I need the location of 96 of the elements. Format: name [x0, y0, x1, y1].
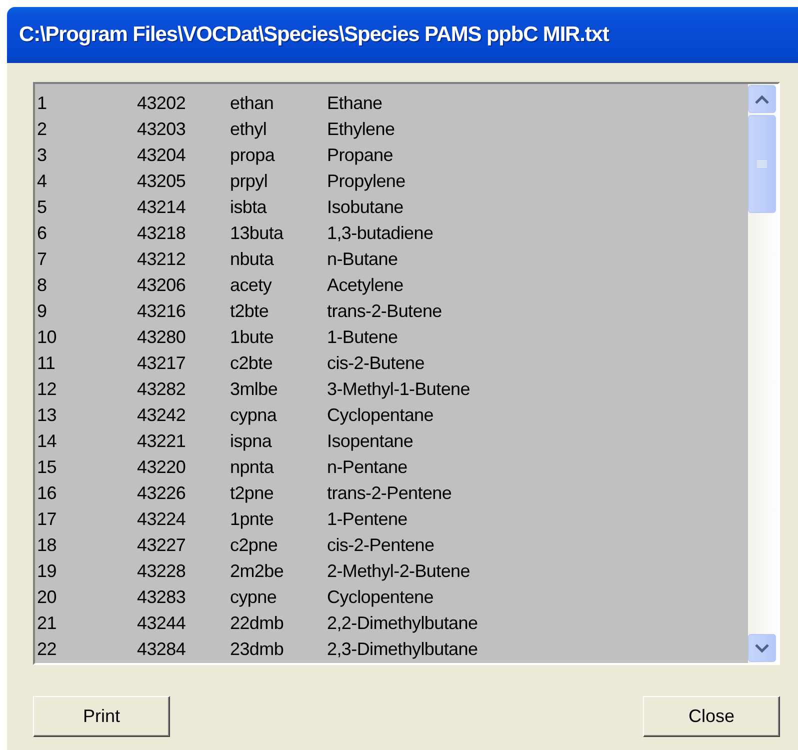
listing-text: 43218: [137, 222, 187, 244]
close-button[interactable]: Close: [643, 696, 780, 737]
listing-text: 22dmb: [230, 612, 285, 634]
listing-text: cypna: [230, 404, 278, 426]
listing-text: 4: [37, 170, 48, 192]
listing-text: 43206: [137, 274, 187, 296]
listing-text: 1pnte: [230, 508, 275, 530]
listing-text: 2: [37, 118, 48, 140]
listing-text: isbta: [230, 196, 268, 218]
listing-text: 43283: [137, 586, 187, 608]
listing-text: 43214: [137, 196, 187, 218]
listing-text: 43220: [137, 456, 187, 478]
listing-text: ispna: [230, 430, 273, 452]
listing-text: 43202: [137, 92, 187, 114]
listing-text: 21: [37, 612, 58, 634]
listing-text: Cyclopentane: [327, 404, 434, 426]
listing-text: npnta: [230, 456, 275, 478]
listing-text: 43203: [137, 118, 187, 140]
listing-text: nbuta: [230, 248, 275, 270]
listing-text: cis-2-Butene: [327, 352, 426, 374]
listing-text: 3mlbe: [230, 378, 279, 400]
listing-text: 43226: [137, 482, 187, 504]
listing-text: 43244: [137, 612, 187, 634]
listing-text: 18: [37, 534, 58, 556]
listing-text: 6: [37, 222, 48, 244]
listing-text: 1: [37, 92, 48, 114]
listing-text: 1bute: [230, 326, 275, 348]
listing-text: Cyclopentene: [327, 586, 434, 608]
listing-text: 13buta: [230, 222, 284, 244]
listing-text: 1-Butene: [327, 326, 399, 348]
listing-text: 1,3-butadiene: [327, 222, 434, 244]
text-area[interactable]: [33, 82, 780, 665]
listing-text: 20: [37, 586, 58, 608]
listing-text: Isopentane: [327, 430, 414, 452]
listing-text: trans-2-Pentene: [327, 482, 453, 504]
listing-text: 2,2-Dimethylbutane: [327, 612, 479, 634]
listing-text: 43282: [137, 378, 187, 400]
listing-text: cis-2-Pentene: [327, 534, 436, 556]
listing-text: t2pne: [230, 482, 275, 504]
listing-text: 43224: [137, 508, 187, 530]
listing-text: propa: [230, 144, 276, 166]
listing-text: 43284: [137, 638, 187, 660]
listing-text: 43204: [137, 144, 187, 166]
listing-text: Isobutane: [327, 196, 404, 218]
listing-text: prpyl: [230, 170, 269, 192]
listing-text: Ethylene: [327, 118, 396, 140]
listing-text: Propylene: [327, 170, 406, 192]
listing-text: 43227: [137, 534, 187, 556]
listing-text: trans-2-Butene: [327, 300, 443, 322]
listing-text: 10: [37, 326, 58, 348]
listing-text: 12: [37, 378, 58, 400]
listing-text: Acetylene: [327, 274, 404, 296]
scroll-thumb[interactable]: [748, 115, 776, 213]
listing-text: 2m2be: [230, 560, 285, 582]
listing-text: 9: [37, 300, 48, 322]
listing-text: 3-Methyl-1-Butene: [327, 378, 471, 400]
listing-text: 5: [37, 196, 48, 218]
listing-text: 43280: [137, 326, 187, 348]
listing-text: 17: [37, 508, 58, 530]
listing-text: 1-Pentene: [327, 508, 408, 530]
listing-text: 43221: [137, 430, 187, 452]
listing-text: n-Pentane: [327, 456, 408, 478]
scroll-down-icon[interactable]: [748, 634, 776, 662]
scrollbar[interactable]: [748, 84, 778, 663]
scroll-up-icon[interactable]: [748, 85, 776, 113]
listing-text: 11: [37, 352, 56, 374]
listing-text: 15: [37, 456, 58, 478]
listing-text: 8: [37, 274, 48, 296]
listing-text: Propane: [327, 144, 394, 166]
listing-text: ethan: [230, 92, 275, 114]
listing-text: n-Butane: [327, 248, 399, 270]
listing-text: 3: [37, 144, 48, 166]
listing-text: cypne: [230, 586, 278, 608]
listing-text: t2bte: [230, 300, 270, 322]
listing-text: 19: [37, 560, 58, 582]
listing-text: 2,3-Dimethylbutane: [327, 638, 479, 660]
listing-text: 43205: [137, 170, 187, 192]
listing-text: 22: [37, 638, 58, 660]
listing-text: c2pne: [230, 534, 279, 556]
listing-text: 43212: [137, 248, 187, 270]
print-button[interactable]: Print: [33, 696, 170, 737]
listing-text: 7: [37, 248, 48, 270]
listing-text: 14: [37, 430, 58, 452]
listing-text: acety: [230, 274, 273, 296]
listing-text: 43242: [137, 404, 187, 426]
listing-text: ethyl: [230, 118, 268, 140]
listing-text: 16: [37, 482, 58, 504]
window-title: C:\Program Files\VOCDat\Species\Species PAMS ppbC MIR.txt: [19, 23, 609, 47]
listing-text: 43217: [137, 352, 187, 374]
listing-text: Ethane: [327, 92, 384, 114]
listing-text: 2-Methyl-2-Butene: [327, 560, 471, 582]
listing-text: 43228: [137, 560, 187, 582]
listing-text: c2bte: [230, 352, 274, 374]
listing-text: 43216: [137, 300, 187, 322]
listing-text: 23dmb: [230, 638, 285, 660]
listing-text: 13: [37, 404, 58, 426]
